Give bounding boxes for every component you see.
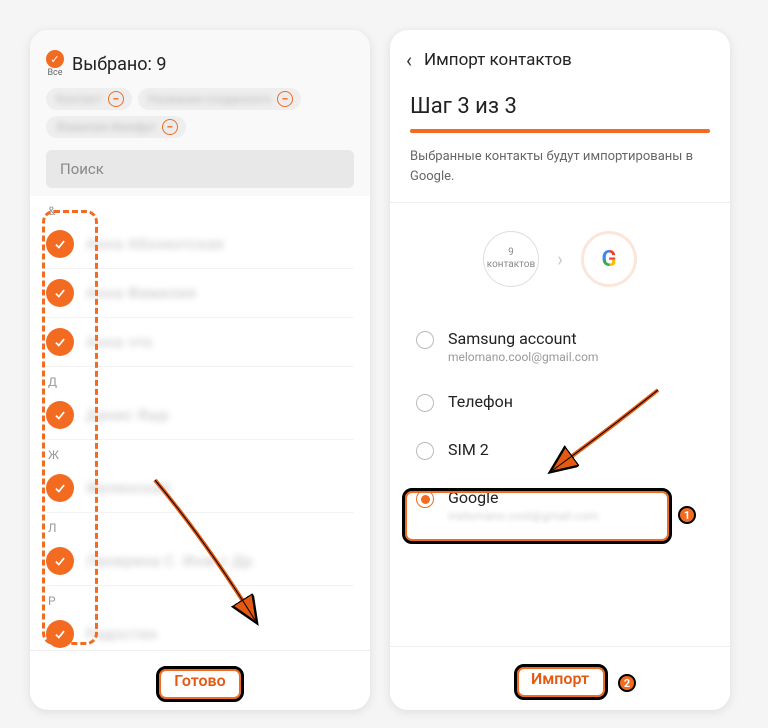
google-circle: G (581, 231, 637, 287)
chip-remove-icon[interactable]: − (277, 91, 293, 107)
account-sub: melomano.cool@gmail.com (448, 509, 598, 523)
chevron-right-icon: › (557, 247, 563, 271)
contact-row[interactable]: Анна Фамилия (46, 269, 354, 318)
google-logo-icon: G (602, 247, 617, 272)
left-header: ✓ Все Выбрано: 9 Контакт− Название создан… (30, 30, 370, 196)
contact-name: Радостин (86, 625, 158, 643)
account-options: Samsung account melomano.cool@gmail.com Те… (390, 315, 730, 537)
page-title: Импорт контактов (424, 50, 572, 70)
contact-row[interactable]: Радостин (46, 610, 354, 650)
contact-row[interactable]: Данис Яшр (46, 391, 354, 440)
all-label: Все (47, 68, 62, 78)
right-footer: Импорт 2 (390, 646, 730, 710)
radio-icon (416, 331, 434, 349)
section-letter: Д (46, 367, 354, 391)
selected-chip: Контакт− (46, 88, 132, 110)
step-title: Шаг 3 из 3 (390, 94, 730, 119)
check-icon (46, 474, 74, 502)
account-option[interactable]: SIM 2 (410, 426, 710, 474)
contacts-count-circle: 9 контактов (483, 231, 539, 287)
annotation-badge-1: 1 (678, 506, 696, 524)
account-option[interactable]: Google melomano.cool@gmail.com (410, 474, 710, 537)
chip-remove-icon[interactable]: − (108, 91, 124, 107)
contact-name: Данис Яшр (86, 406, 169, 424)
right-header: ‹ Импорт контактов (390, 30, 730, 94)
radio-icon (416, 442, 434, 460)
done-button[interactable]: Готово (158, 665, 241, 696)
back-icon[interactable]: ‹ (406, 48, 412, 72)
section-letter: Ж (46, 440, 354, 464)
contact-row[interactable]: Анна что (46, 318, 354, 367)
contact-row[interactable]: Желенский (46, 464, 354, 513)
check-icon: ✓ (46, 50, 64, 68)
check-icon (46, 620, 74, 648)
contact-name: Анна Абонентская (86, 235, 224, 253)
import-button[interactable]: Импорт (515, 663, 605, 694)
account-label: Samsung account (448, 329, 598, 348)
check-icon (46, 401, 74, 429)
annotation-badge-2: 2 (618, 674, 636, 692)
account-label: Телефон (448, 392, 513, 411)
contact-name: Анна Фамилия (86, 284, 196, 302)
check-icon (46, 230, 74, 258)
select-all-toggle[interactable]: ✓ Все (46, 50, 64, 78)
check-icon (46, 328, 74, 356)
step-description: Выбранные контакты будут импортированы в… (390, 147, 730, 203)
account-option[interactable]: Samsung account melomano.cool@gmail.com (410, 315, 710, 378)
radio-icon (416, 490, 434, 508)
selected-chip: Фамилия Имяфрт− (46, 116, 186, 138)
progress-bar (410, 129, 710, 133)
left-phone-screen: ✓ Все Выбрано: 9 Контакт− Название создан… (30, 30, 370, 710)
account-label: Google (448, 488, 598, 507)
chip-remove-icon[interactable]: − (162, 119, 178, 135)
check-icon (46, 547, 74, 575)
radio-icon (416, 394, 434, 412)
contact-row[interactable]: Ланирина С. Инж с Др (46, 537, 354, 586)
selected-count-title: Выбрано: 9 (72, 54, 166, 75)
selected-chips: Контакт− Название созданного− Фамилия Имяф… (46, 88, 354, 138)
left-footer: Готово (30, 650, 370, 710)
selection-summary: ✓ Все Выбрано: 9 (46, 50, 354, 78)
right-phone-screen: ‹ Импорт контактов Шаг 3 из 3 Выбранные … (390, 30, 730, 710)
header-row: ‹ Импорт контактов (406, 48, 714, 72)
contact-name: Ланирина С. Инж с Др (86, 552, 253, 570)
section-letter: & (46, 196, 354, 220)
transfer-visual: 9 контактов › G (390, 203, 730, 315)
search-input[interactable]: Поиск (46, 150, 354, 188)
contact-name: Анна что (86, 333, 153, 351)
account-sub: melomano.cool@gmail.com (448, 350, 598, 364)
section-letter: Л (46, 513, 354, 537)
contact-name: Желенский (86, 479, 170, 497)
check-icon (46, 279, 74, 307)
selected-chip: Название созданного− (138, 88, 301, 110)
contact-row[interactable]: Анна Абонентская (46, 220, 354, 269)
account-option[interactable]: Телефон (410, 378, 710, 426)
contact-list[interactable]: & Анна Абонентская Анна Фамилия Анна что Д Да… (30, 196, 370, 650)
account-label: SIM 2 (448, 440, 489, 459)
section-letter: Р (46, 586, 354, 610)
